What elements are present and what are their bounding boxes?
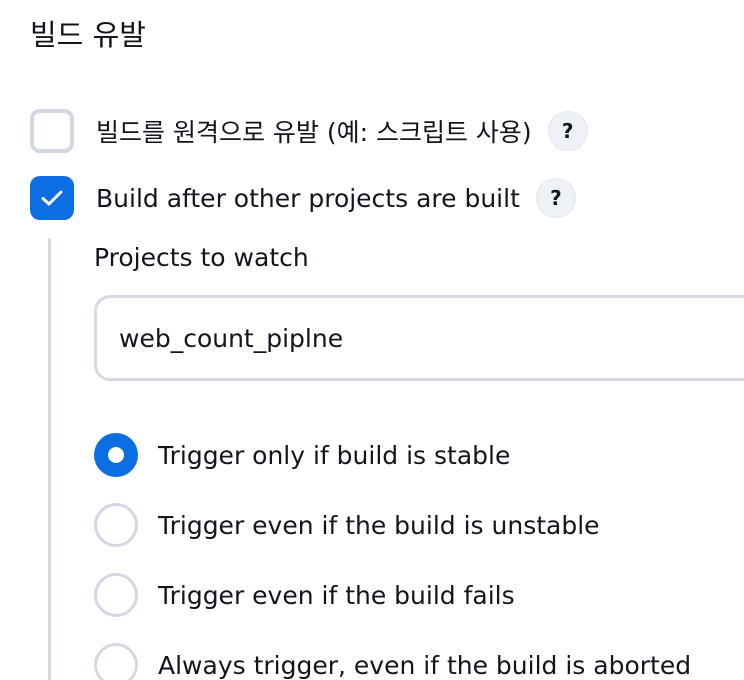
build-after-other-checkbox[interactable] [30,176,74,220]
trigger-option-label[interactable]: Trigger only if build is stable [158,441,510,470]
radio-selected-dot [108,447,124,463]
trigger-option-label[interactable]: Always trigger, even if the build is abo… [158,651,691,680]
remote-trigger-help-icon[interactable]: ? [547,111,588,151]
trigger-option-radio[interactable] [94,643,138,680]
trigger-option-radio[interactable] [94,573,138,617]
trigger-option-stable[interactable]: Trigger only if build is stable [94,433,510,477]
trigger-option-radio[interactable] [94,433,138,477]
checkmark-icon [41,190,63,206]
build-triggers-panel: 빌드 유발 빌드를 원격으로 유발 (예: 스크립트 사용) ? Build a… [0,0,744,680]
trigger-option-always[interactable]: Always trigger, even if the build is abo… [94,643,691,680]
remote-trigger-label[interactable]: 빌드를 원격으로 유발 (예: 스크립트 사용) [96,113,532,149]
build-after-other-help-icon[interactable]: ? [535,178,576,218]
section-title: 빌드 유발 [30,18,146,52]
remote-trigger-row[interactable]: 빌드를 원격으로 유발 (예: 스크립트 사용) ? [30,109,588,153]
trigger-option-fails[interactable]: Trigger even if the build fails [94,573,515,617]
projects-to-watch-label: Projects to watch [94,243,309,272]
nested-section-indicator [48,238,51,680]
build-after-other-label[interactable]: Build after other projects are built [96,184,520,213]
trigger-option-radio[interactable] [94,503,138,547]
trigger-option-label[interactable]: Trigger even if the build is unstable [158,511,600,540]
remote-trigger-checkbox[interactable] [30,109,74,153]
projects-to-watch-input[interactable] [94,295,744,381]
trigger-option-label[interactable]: Trigger even if the build fails [158,581,515,610]
trigger-option-unstable[interactable]: Trigger even if the build is unstable [94,503,600,547]
build-after-other-row[interactable]: Build after other projects are built ? [30,176,576,220]
